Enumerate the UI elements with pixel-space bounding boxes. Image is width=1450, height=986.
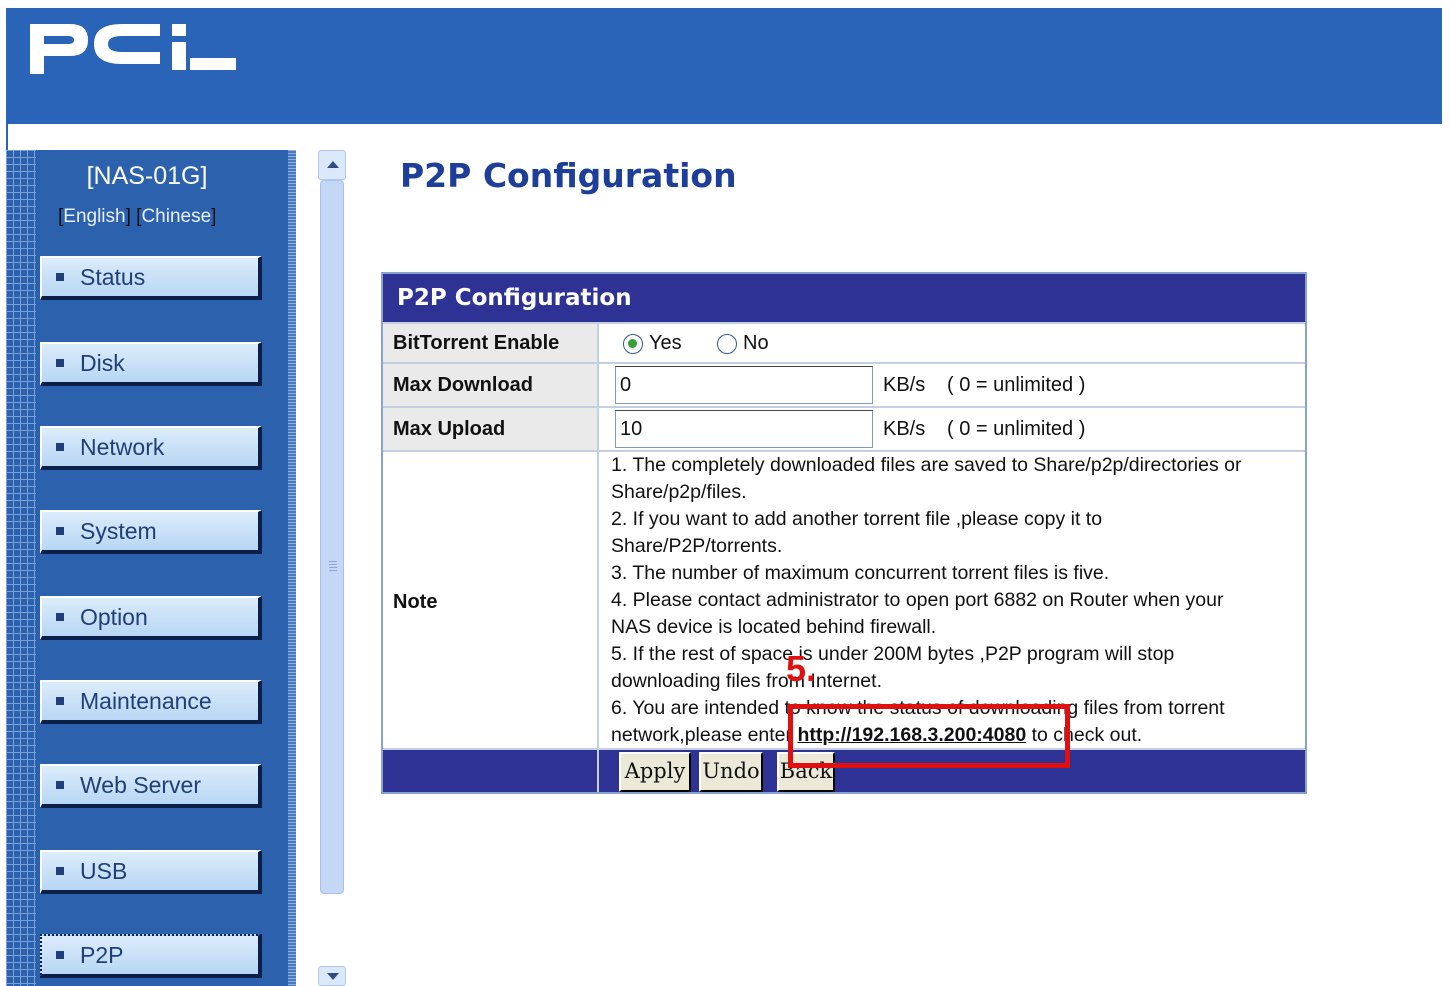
note-line: 3. The number of maximum concurrent torr… (611, 562, 1110, 584)
note-line: 1. The completely downloaded files are s… (611, 454, 1242, 476)
actions-spacer (383, 750, 599, 792)
max-upload-input[interactable] (615, 410, 873, 448)
bittorrent-no-label[interactable]: No (743, 332, 769, 355)
max-upload-row: Max Upload KB/s ( 0 = unlimited ) (383, 406, 1305, 450)
chevron-down-icon (327, 973, 339, 980)
max-upload-cell: KB/s ( 0 = unlimited ) (601, 408, 1305, 450)
language-switcher: [English] [Chinese] (58, 206, 217, 227)
scroll-down-button[interactable] (318, 966, 346, 986)
sidebar-item-label: Maintenance (80, 688, 212, 714)
sidebar-item-label: System (80, 518, 157, 544)
max-upload-label: Max Upload (383, 408, 599, 450)
sidebar-item-label: USB (80, 858, 128, 884)
annotation-highlight-box (788, 704, 1070, 768)
pci-logo (30, 24, 236, 74)
max-upload-unit: KB/s (883, 418, 926, 440)
max-download-label: Max Download (383, 364, 599, 406)
chevron-up-icon (327, 161, 339, 168)
sidebar-item-maintenance[interactable]: Maintenance (40, 680, 262, 724)
sidebar: [NAS-01G] [English] [Chinese] Status Dis… (6, 150, 296, 986)
sidebar-item-network[interactable]: Network (40, 426, 262, 470)
note-line: 5. If the rest of space is under 200M by… (611, 643, 1175, 665)
max-download-hint: ( 0 = unlimited ) (947, 374, 1086, 396)
bittorrent-enable-label: BitTorrent Enable (383, 324, 599, 362)
note-label: Note (383, 452, 599, 748)
grip-icon (329, 561, 337, 573)
table-title: P2P Configuration (383, 274, 1305, 322)
max-download-row: Max Download KB/s ( 0 = unlimited ) (383, 362, 1305, 406)
annotation-step-number: 5. (786, 648, 817, 689)
sidebar-scrollbar[interactable] (318, 150, 346, 986)
header-banner (6, 8, 1442, 124)
scroll-thumb[interactable] (320, 180, 344, 894)
max-download-input[interactable] (615, 366, 873, 404)
sidebar-item-p2p[interactable]: P2P (40, 934, 262, 978)
max-download-cell: KB/s ( 0 = unlimited ) (601, 364, 1305, 406)
note-line: Share/P2P/torrents. (611, 535, 783, 557)
undo-button[interactable]: Undo (699, 752, 763, 792)
sidebar-item-label: Disk (80, 350, 125, 376)
note-line: Share/p2p/files. (611, 481, 747, 503)
bullet-icon (56, 359, 64, 367)
bullet-icon (56, 951, 64, 959)
sidebar-item-label: Option (80, 604, 148, 630)
max-upload-hint: ( 0 = unlimited ) (947, 418, 1086, 440)
bittorrent-enable-row: BitTorrent Enable Yes No (383, 322, 1305, 362)
bittorrent-yes-radio[interactable] (623, 334, 643, 354)
bittorrent-no-radio[interactable] (717, 334, 737, 354)
bullet-icon (56, 273, 64, 281)
sidebar-item-label: P2P (80, 942, 124, 968)
bittorrent-enable-options: Yes No (601, 324, 1305, 362)
sidebar-item-system[interactable]: System (40, 510, 262, 554)
bullet-icon (56, 867, 64, 875)
apply-button[interactable]: Apply (619, 752, 691, 792)
note-line: NAS device is located behind firewall. (611, 616, 937, 638)
note-line: 4. Please contact administrator to open … (611, 589, 1224, 611)
bullet-icon (56, 697, 64, 705)
sidebar-item-label: Web Server (80, 772, 202, 798)
language-english-link[interactable]: English (63, 206, 125, 227)
max-download-unit: KB/s (883, 374, 926, 396)
header-spacer (6, 124, 1442, 150)
note-line: downloading files from Internet. (611, 670, 882, 692)
page-title: P2P Configuration (400, 156, 737, 195)
sidebar-item-label: Status (80, 264, 146, 290)
note-line: 2. If you want to add another torrent fi… (611, 508, 1103, 530)
bittorrent-yes-label[interactable]: Yes (649, 332, 682, 355)
sidebar-pattern (6, 150, 36, 986)
note-last-prefix: network,please enter (611, 724, 798, 746)
sidebar-item-option[interactable]: Option (40, 596, 262, 640)
device-name: [NAS-01G] (86, 162, 208, 190)
sidebar-item-status[interactable]: Status (40, 256, 262, 300)
language-chinese-link[interactable]: Chinese (141, 206, 211, 227)
scroll-up-button[interactable] (318, 150, 346, 180)
sidebar-item-disk[interactable]: Disk (40, 342, 262, 386)
bullet-icon (56, 781, 64, 789)
sidebar-item-label: Network (80, 434, 165, 460)
sidebar-item-usb[interactable]: USB (40, 850, 262, 894)
bullet-icon (56, 613, 64, 621)
bullet-icon (56, 527, 64, 535)
bullet-icon (56, 443, 64, 451)
sidebar-edge (288, 150, 296, 986)
sidebar-item-web-server[interactable]: Web Server (40, 764, 262, 808)
